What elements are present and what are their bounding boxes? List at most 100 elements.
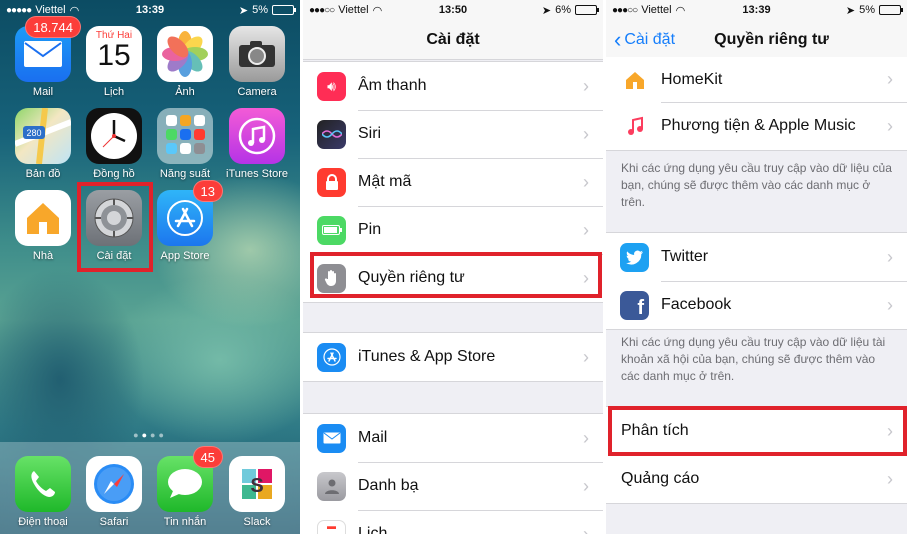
chevron-right-icon: › [583,75,589,96]
app-clock[interactable]: Đồng hồ [79,108,149,180]
music-note-icon [620,111,649,141]
privacy-row-facebook[interactable]: f Facebook › [606,281,907,329]
app-store-badge: 13 [192,180,223,202]
calendar-icon: Thứ Hai 15 [86,26,142,82]
settings-group-1: 🔊︎ Âm thanh › Siri › Mật mã › Pin › Quyền ri… [303,61,603,303]
chevron-right-icon: › [583,123,589,144]
settings-screen: ●●●○○ Viettel ◠ 13:50 ➤ 6% Cài đặt 🔊︎ Âm th… [303,0,603,534]
privacy-group-1: HomeKit › Phương tiện & Apple Music › [606,57,907,151]
contacts-icon [317,471,346,501]
home-icon [15,190,71,246]
app-calendar[interactable]: Thứ Hai 15 Lịch [79,26,149,98]
app-photos[interactable]: Ảnh [150,26,220,98]
privacy-row-advertising[interactable]: Quảng cáo › [606,455,907,503]
settings-row-itunes-app-store[interactable]: iTunes & App Store › [303,333,603,381]
twitter-icon [620,242,649,272]
chevron-right-icon: › [583,171,589,192]
hand-icon [317,263,346,293]
battery-icon [575,5,599,15]
wifi-icon: ◠ [675,4,686,17]
chevron-right-icon: › [583,523,589,534]
dock-messages[interactable]: 45 Tin nhắn [150,446,223,528]
chevron-right-icon: › [583,219,589,240]
lock-icon [317,167,346,197]
app-settings[interactable]: Cài đặt [79,190,149,262]
chevron-right-icon: › [583,267,589,288]
chevron-right-icon: › [887,468,893,489]
facebook-icon: f [620,290,649,320]
settings-group-3: Mail › Danh bạ › ▬ Lịch › [303,413,603,534]
dock-phone[interactable]: Điện thoại [8,456,78,528]
app-store-icon: 13 [157,180,223,246]
settings-row-sounds[interactable]: 🔊︎ Âm thanh › [303,62,603,110]
back-button[interactable]: ‹ Cài đặt [614,26,675,52]
photos-icon [157,26,213,82]
maps-icon: 280 [15,108,71,164]
app-home[interactable]: Nhà [8,190,78,262]
app-camera[interactable]: Camera [222,26,292,98]
safari-icon [86,456,142,512]
chevron-right-icon: › [583,475,589,496]
settings-row-siri[interactable]: Siri › [303,110,603,158]
signal-icon: ●●●○○ [309,4,335,16]
dock-safari[interactable]: Safari [79,456,149,528]
siri-icon [317,119,346,149]
location-icon: ➤ [238,4,249,17]
settings-row-mail[interactable]: Mail › [303,414,603,462]
footer-note-social: Khi các ứng dụng yêu cầu truy cập vào dữ… [621,335,886,383]
settings-row-passcode[interactable]: Mật mã › [303,158,603,206]
wifi-icon: ◠ [69,4,80,17]
settings-row-calendar[interactable]: ▬ Lịch › [303,510,603,534]
app-productivity-folder[interactable]: Năng suất [150,108,220,180]
chevron-right-icon: › [887,246,893,267]
clock-icon [86,108,142,164]
settings-row-privacy[interactable]: Quyền riêng tư › [303,254,603,302]
dock-slack[interactable]: S Slack [222,456,292,528]
phone-icon [15,456,71,512]
svg-text:S: S [250,475,263,497]
svg-text:280: 280 [26,128,41,138]
app-store-small-icon [317,342,346,372]
app-itunes-store[interactable]: iTunes Store [222,108,292,180]
battery-setting-icon [317,215,346,245]
privacy-group-3: Phân tích › Quảng cáo › [606,406,907,504]
settings-gear-icon [86,190,142,246]
chevron-right-icon: › [887,69,893,89]
signal-icon: ●●●●● [6,4,32,16]
page-indicator: ●●●● [133,430,167,440]
mail-icon: 18.744 [15,16,81,82]
app-maps[interactable]: 280 Bản đồ [8,108,78,180]
homekit-icon [620,65,649,94]
calendar-small-icon: ▬ [317,519,346,534]
app-app-store[interactable]: 13 App Store [150,180,223,262]
chevron-right-icon: › [887,294,893,315]
settings-row-contacts[interactable]: Danh bạ › [303,462,603,510]
itunes-icon [229,108,285,164]
battery-label: 5% [252,4,268,16]
status-bar: ●●●○○ Viettel ◠ 13:39 ➤ 5% [606,0,907,20]
camera-icon [229,26,285,82]
chevron-right-icon: › [887,115,893,136]
page-title: Cài đặt [426,30,480,48]
privacy-row-media-apple-music[interactable]: Phương tiện & Apple Music › [606,102,907,150]
settings-row-battery[interactable]: Pin › [303,206,603,254]
home-screen: ●●●●● Viettel ◠ 13:39 ➤ 5% 18.744 Mail Thứ … [0,0,300,534]
privacy-row-analytics[interactable]: Phân tích › [606,407,907,455]
signal-icon: ●●●○○ [612,4,638,16]
privacy-row-homekit[interactable]: HomeKit › [606,57,907,102]
messages-badge: 45 [192,446,223,468]
settings-group-2: iTunes & App Store › [303,332,603,382]
wifi-icon: ◠ [372,4,383,17]
privacy-row-twitter[interactable]: Twitter › [606,233,907,281]
folder-icon [157,108,213,164]
battery-icon [272,5,296,15]
privacy-screen: ●●●○○ Viettel ◠ 13:39 ➤ 5% ‹ Cài đặt Quyền r… [606,0,907,534]
status-bar: ●●●○○ Viettel ◠ 13:50 ➤ 6% [303,0,603,20]
battery-icon [879,5,903,15]
page-title: Quyền riêng tư [714,30,829,48]
carrier-label: Viettel [35,4,66,16]
chevron-left-icon: ‹ [614,26,622,52]
mail-badge: 18.744 [25,16,81,38]
app-mail[interactable]: 18.744 Mail [8,16,81,98]
messages-icon: 45 [157,446,223,512]
